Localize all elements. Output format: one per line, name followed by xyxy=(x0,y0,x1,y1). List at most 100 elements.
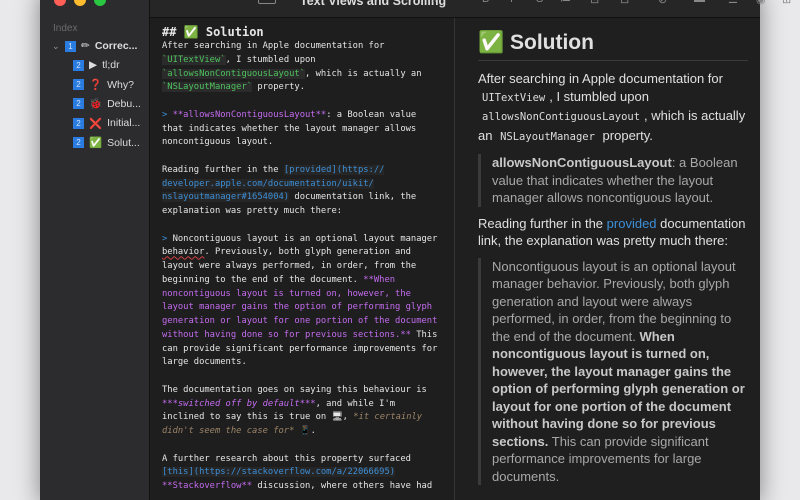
toolbar-icon[interactable]: I xyxy=(510,0,513,5)
item-icon: 🐞 xyxy=(89,98,103,111)
editor-line: layout manager gains the option of perfo… xyxy=(162,301,437,315)
toolbar-icon[interactable]: ⊟ xyxy=(620,0,629,6)
text-segment: , and while I'm xyxy=(315,398,396,409)
text-segment: behavior xyxy=(162,247,205,258)
toolbar-icon[interactable]: ≔ xyxy=(560,0,571,6)
markdown-editor[interactable]: ## ✅ Solution After searching in Apple do… xyxy=(150,18,455,500)
toolbar-icon[interactable]: ◉ xyxy=(756,0,766,6)
sidebar-item[interactable]: 2 ▶ tl;dr xyxy=(73,57,120,73)
text-segment: explanation was pretty much there: xyxy=(162,206,343,216)
text-segment: After searching in Apple documentation f… xyxy=(162,41,385,51)
text-segment: . Previously, both glyph generation and xyxy=(204,247,411,258)
text-segment: , I stumbled upon xyxy=(225,54,316,65)
text-segment: without having done so for previous sect… xyxy=(162,329,411,340)
editor-line: [this](https://stackoverflow.com/a/22066… xyxy=(162,466,437,480)
text-segment[interactable]: [this](https://stackoverflow.com/a/22066… xyxy=(162,467,396,478)
toolbar-icon[interactable]: B xyxy=(482,0,489,5)
sidebar-item[interactable]: 2 ❓ Why? xyxy=(73,77,134,93)
text-segment: `UITextView` xyxy=(162,54,226,65)
text-segment: inclined to say this is true on 🖥, xyxy=(162,412,354,423)
editor-line: ***switched off by default***, and while… xyxy=(162,398,437,412)
item-icon: ❓ xyxy=(89,79,103,92)
text-segment: noncontiguous layout is turned on, howev… xyxy=(162,288,411,299)
text-segment[interactable]: nslayoutmanager#1654004) xyxy=(162,192,290,203)
toolbar: Text Views and Scrolling # B I S ≔ ⊡ ⊟ ⊘ ▬ ☰ ◉ ⊞ xyxy=(150,0,791,18)
editor-line: **Stackoverflow** discussion, where othe… xyxy=(162,480,437,494)
level-badge: 1 xyxy=(65,40,76,52)
level-badge: 2 xyxy=(73,59,84,71)
editor-line: The documentation goes on saying this be… xyxy=(162,384,437,398)
editor-line: without having done so for previous sect… xyxy=(162,329,437,343)
editor-line: noncontiguous layout. xyxy=(162,136,437,150)
sidebar-item-label: Correc... xyxy=(94,40,138,52)
editor-line: that indicates whether the layout manage… xyxy=(162,123,437,137)
minimize-button[interactable] xyxy=(74,0,86,6)
editor-line: ## ✅ Solution xyxy=(162,25,437,40)
toolbar-icon[interactable]: ⊡ xyxy=(590,0,599,6)
toolbar-icon[interactable]: ⊘ xyxy=(658,0,667,6)
index-label: Index xyxy=(53,23,78,34)
editor-line: behavior. Previously, both glyph generat… xyxy=(162,246,437,260)
sidebar-item[interactable]: ⌄ 1 ✏ Correc... xyxy=(52,38,137,54)
markdown-preview: ✅ Solution After searching in Apple docu… xyxy=(455,18,760,500)
text-segment: Reading further in the xyxy=(162,164,284,175)
sidebar-item-label: Initial... xyxy=(107,117,141,130)
text-segment: documentation link, the xyxy=(289,192,417,203)
sidebar-item-label: Why? xyxy=(107,78,134,91)
text-segment: *it certainly xyxy=(353,412,423,423)
sidebar-item[interactable]: 2 ❌ Initial... xyxy=(73,115,140,131)
text-segment[interactable]: [provided](https:// xyxy=(283,164,385,175)
toolbar-icon[interactable]: ☰ xyxy=(728,0,738,6)
level-badge: 2 xyxy=(73,137,84,148)
toolbar-icon[interactable]: S xyxy=(536,0,543,5)
editor-line: large documents. xyxy=(162,356,437,370)
toolbar-icon[interactable]: # xyxy=(432,0,438,5)
preview-blockquote: allowsNonContiguousLayout: a Boolean val… xyxy=(478,154,748,207)
sidebar-item[interactable]: 2 🐞 Debu... xyxy=(73,96,141,112)
document-title: Text Views and Scrolling xyxy=(300,0,447,8)
toolbar-icon[interactable]: ▬ xyxy=(694,0,705,5)
level-badge: 2 xyxy=(73,98,84,110)
sidebar-item-label: Debu... xyxy=(107,97,141,110)
preview-paragraph: After searching in Apple documentation f… xyxy=(478,71,746,143)
text-segment: large documents. xyxy=(162,357,247,368)
sidebar-item-label: tl;dr xyxy=(102,59,120,72)
editor-line: developer.apple.com/documentation/uikit/ xyxy=(162,178,437,192)
editor-line: inclined to say this is true on 🖥, *it c… xyxy=(162,411,437,425)
text-segment: > xyxy=(162,109,173,120)
sidebar-toggle-icon[interactable] xyxy=(258,0,276,4)
sidebar-item[interactable]: 2 ✅ Solut... xyxy=(73,135,140,151)
item-icon: ▶ xyxy=(89,59,98,72)
chevron-down-icon[interactable]: ⌄ xyxy=(52,41,60,52)
text-segment: 📱. xyxy=(294,426,316,436)
editor-line: can provide significant performance impr… xyxy=(162,343,437,357)
text-segment: property. xyxy=(252,82,306,93)
editor-line: nslayoutmanager#1654004) documentation l… xyxy=(162,191,437,205)
text-segment: generation or layout for one portion of … xyxy=(162,316,438,326)
text-segment: that indicates whether the layout manage… xyxy=(162,123,417,134)
text-segment: `allowsNonContiguousLayout` xyxy=(162,68,305,79)
text-segment: , which is actually an xyxy=(305,68,422,79)
text-segment[interactable]: developer.apple.com/documentation/uikit/ xyxy=(162,178,374,189)
text-segment: noncontiguous layout. xyxy=(162,137,274,148)
text-segment: layout manager gains the option of perfo… xyxy=(162,302,433,313)
preview-blockquote: Noncontiguous layout is an optional layo… xyxy=(478,257,748,485)
app-window: Index ⌄ 1 ✏ Correc... 2 ▶ tl;dr 2 ❓ Why? 2 🐞 Debu...… xyxy=(40,0,791,500)
provided-link[interactable]: provided xyxy=(607,216,657,231)
toolbar-icon[interactable]: ⊞ xyxy=(782,0,791,6)
editor-line: generation or layout for one portion of … xyxy=(162,315,437,329)
zoom-button[interactable] xyxy=(94,0,106,6)
editor-line: `allowsNonContiguousLayout`, which is ac… xyxy=(162,68,437,82)
text-segment: > xyxy=(162,233,173,244)
editor-line: didn't seem the case for* 📱. xyxy=(162,425,437,439)
text-segment: **When xyxy=(363,274,396,285)
close-button[interactable] xyxy=(54,0,66,6)
editor-line: After searching in Apple documentation f… xyxy=(162,40,437,54)
text-segment: can provide significant performance impr… xyxy=(162,343,438,354)
item-icon: ❌ xyxy=(89,117,103,130)
item-icon: ✅ xyxy=(89,137,103,149)
text-segment: : a Boolean value xyxy=(326,109,417,120)
